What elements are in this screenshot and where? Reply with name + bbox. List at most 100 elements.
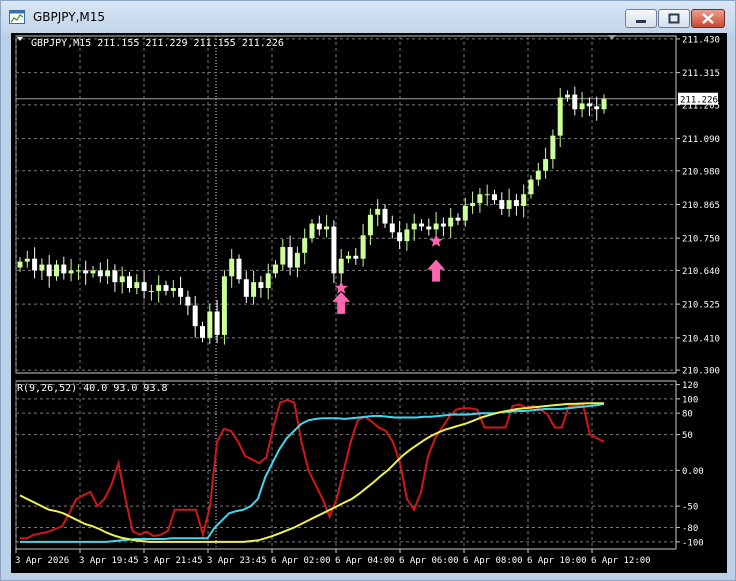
time-tick-label: 6 Apr 06:00 [399,556,459,566]
candle-body [543,159,549,171]
time-tick-label: 6 Apr 04:00 [335,556,395,566]
title-bar[interactable]: GBPJPY,M15 [1,1,735,33]
price-candles [17,86,607,345]
time-tick-label: 3 Apr 21:45 [143,556,203,566]
candle-body [83,270,89,274]
candle-body [375,208,381,215]
chart-area[interactable]: 211.430 211.315 211.205 211.090 210.980 210.8… [11,33,727,573]
candle-body [302,238,308,253]
candle-body [112,270,118,283]
price-tick-label: 210.750 [682,235,720,245]
candle-body [39,264,45,271]
candle-body [470,203,476,206]
candle-body [594,106,600,110]
candle-body [528,179,534,195]
indicator-tick-label: 100 [682,395,698,405]
price-tick-label: 210.640 [682,267,720,277]
candle-body [404,229,410,242]
candle-body [565,94,570,98]
candle-body [46,264,52,277]
candle-body [170,288,176,291]
indicator-tick-label: -80 [682,524,698,534]
chart-labels: GBPJPY,M15 211.155 211.229 211.155 211.2… [17,38,284,394]
candle-body [178,288,184,297]
candle-body [163,285,169,291]
indicator-lines [19,399,605,543]
candle-body [17,261,23,268]
time-tick-label: 6 Apr 02:00 [271,556,331,566]
chart-svg[interactable]: 211.430211.315211.205211.090210.980210.8… [11,33,727,573]
candle-body [294,252,300,268]
chart-window-icon [9,10,25,24]
candle-body [601,98,607,110]
candle-body [243,279,249,297]
maximize-button[interactable] [658,9,690,28]
price-tick-label: 211.315 [682,69,720,79]
time-tick-label: 6 Apr 10:00 [527,556,587,566]
candle-body [360,235,366,259]
indicator-line-yellow [19,402,605,543]
candle-body [207,311,213,338]
minimize-button[interactable] [625,9,657,28]
candle-body [236,258,242,280]
price-tick-label: 210.300 [682,367,720,377]
signal-star-icon [334,281,348,294]
candle-body [440,223,446,227]
candle-body [61,264,67,274]
indicator-line-cyan [20,402,605,543]
time-tick-label: 3 Apr 2026 [15,556,69,566]
maximize-icon [668,13,680,24]
current-price-label: 211.226 [680,96,718,106]
terminal-window: GBPJPY,M15 211.430 211.315 211.205 211.090 2… [0,0,736,581]
indicator-tick-label: 50 [682,431,693,441]
candle-body [134,282,140,289]
price-chart-header: GBPJPY,M15 211.155 211.229 211.155 211.2… [31,38,284,49]
candle-body [68,270,74,274]
candle-body [477,194,483,204]
candle-body [221,276,227,335]
time-tick-label: 3 Apr 23:45 [207,556,267,566]
candle-body [97,270,103,277]
price-tick-label: 210.410 [682,334,720,344]
price-tick-label: 211.090 [682,135,720,145]
time-tick-label: 3 Apr 19:45 [79,556,139,566]
candle-body [214,311,220,335]
window-title: GBPJPY,M15 [33,10,106,24]
candle-body [119,276,125,283]
candle-body [579,103,585,110]
signal-markers [332,234,446,314]
candle-body [367,214,373,236]
candle-body [200,326,205,338]
candle-body [462,205,468,221]
candle-body [331,226,337,274]
candle-body [141,282,147,291]
candle-body [273,264,278,274]
candle-body [506,200,512,209]
candle-body [156,285,162,291]
candle-body [32,258,38,271]
candle-body [448,217,454,227]
candle-body [433,223,439,230]
candle-body [426,226,432,230]
candle-body [324,226,330,230]
candle-body [499,200,505,209]
price-tick-label: 211.430 [682,35,720,45]
candle-body [316,223,322,230]
candle-body [353,255,359,259]
candle-body [90,270,96,274]
candle-body [557,97,563,136]
candle-body [280,246,286,265]
candle-body [251,282,257,297]
candle-body [484,194,490,196]
candle-body [338,258,344,274]
candle-body [258,282,264,289]
minimize-icon [636,20,646,23]
indicator-tick-label: 80 [682,410,693,420]
candle-body [24,258,30,262]
signal-star-icon [429,234,443,247]
candle-body [389,223,395,233]
time-tick-label: 6 Apr 12:00 [591,556,651,566]
price-tick-label: 210.980 [682,167,720,177]
close-button[interactable] [691,9,725,28]
candle-body [346,255,351,259]
